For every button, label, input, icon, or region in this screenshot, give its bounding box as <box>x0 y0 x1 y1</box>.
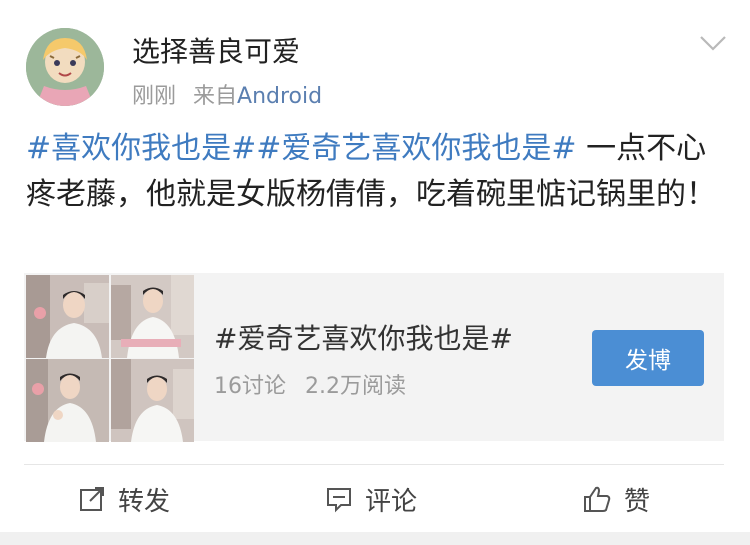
thumbnail-image <box>111 275 194 358</box>
post-meta: 刚刚 来自Android <box>132 78 322 110</box>
topic-tag-1[interactable]: #喜欢你我也是# <box>26 131 256 166</box>
repost-button[interactable]: 转发 <box>78 466 170 532</box>
post-time: 刚刚 <box>132 84 177 109</box>
divider <box>24 464 724 465</box>
discussion-count: 16讨论 <box>214 374 286 399</box>
post-body: #喜欢你我也是##爱奇艺喜欢你我也是# 一点不心疼老藤，他就是女版杨倩倩，吃着碗… <box>26 126 726 218</box>
like-label: 赞 <box>624 486 651 517</box>
source-prefix: 来自 <box>193 84 238 109</box>
comment-icon <box>327 488 351 513</box>
thumbnail-image <box>111 359 194 442</box>
avatar-illustration <box>26 28 104 106</box>
like-button[interactable]: 赞 <box>582 466 650 532</box>
action-bar: 转发 评论 赞 <box>0 466 750 532</box>
post-header: 选择善良可爱 刚刚 来自Android <box>0 0 750 120</box>
post-source[interactable]: Android <box>237 84 322 109</box>
chevron-down-icon[interactable] <box>698 32 728 54</box>
avatar[interactable] <box>26 28 104 106</box>
topic-thumbnails <box>24 273 194 442</box>
topic-card[interactable]: #爱奇艺喜欢你我也是# 16讨论 2.2万阅读 发博 <box>24 273 724 442</box>
read-count: 2.2万阅读 <box>305 374 406 399</box>
comment-label: 评论 <box>365 486 418 517</box>
author-name[interactable]: 选择善良可爱 <box>132 30 300 70</box>
thumbnail-image <box>26 275 109 358</box>
comment-button[interactable]: 评论 <box>325 466 417 532</box>
topic-title[interactable]: #爱奇艺喜欢你我也是# <box>214 317 513 357</box>
post-weibo-button[interactable]: 发博 <box>592 330 704 386</box>
thumbs-up-icon <box>584 486 611 512</box>
topic-stats: 16讨论 2.2万阅读 <box>214 368 406 400</box>
repost-label: 转发 <box>118 486 171 517</box>
thumbnail-image <box>26 359 109 442</box>
repost-icon <box>80 487 104 511</box>
topic-tag-2[interactable]: #爱奇艺喜欢你我也是# <box>256 131 576 166</box>
bottom-separator <box>0 532 750 545</box>
